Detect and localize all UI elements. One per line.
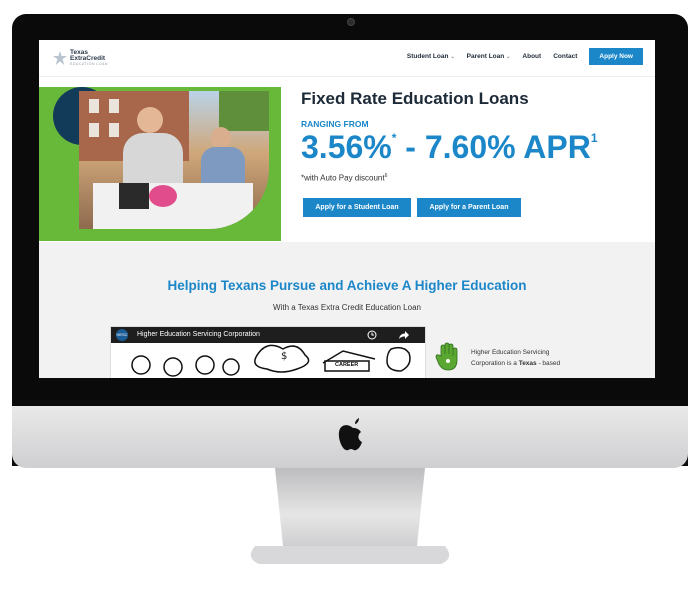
- star-logo-icon: [53, 51, 67, 65]
- parent-head: [211, 127, 231, 149]
- picture-frame: [119, 183, 149, 209]
- description-line-2-end: - based: [536, 360, 561, 367]
- chevron-down-icon: ⌄: [506, 54, 511, 60]
- tree: [219, 91, 269, 131]
- website-screen: Texas ExtraCredit EDUCATION LOAN Student…: [39, 40, 655, 378]
- apply-parent-loan-button[interactable]: Apply for a Parent Loan: [417, 198, 521, 217]
- hero-section: Fixed Rate Education Loans RANGING FROM …: [39, 77, 655, 242]
- rate-low-footnote: *: [391, 131, 397, 145]
- nav-item-parent-loan[interactable]: Parent Loan ⌄: [467, 53, 511, 60]
- description-bold: Texas: [518, 360, 537, 367]
- rate-low: 3.56%: [301, 129, 392, 165]
- hero-title: Fixed Rate Education Loans: [301, 89, 529, 108]
- autopay-text: *with Auto Pay discount: [301, 173, 385, 183]
- autopay-footnote: 6: [384, 173, 388, 179]
- video-thumbnail-illustration: $: [131, 344, 411, 377]
- window: [89, 99, 99, 113]
- camera-icon: [347, 18, 355, 26]
- logo-wordmark: Texas ExtraCredit EDUCATION LOAN: [70, 49, 108, 66]
- apple-logo-icon: [338, 418, 362, 451]
- description-line-2: Corporation is a: [471, 360, 519, 367]
- chevron-down-icon: ⌄: [450, 54, 455, 60]
- rate-range: 3.56%* - 7.60% APR1: [301, 129, 598, 166]
- rate-high-footnote: 1: [590, 131, 598, 145]
- nav-item-contact[interactable]: Contact: [553, 53, 577, 60]
- hero-photo-students: [79, 91, 269, 229]
- apply-now-button[interactable]: Apply Now: [589, 48, 643, 65]
- apply-student-loan-button[interactable]: Apply for a Student Loan: [303, 198, 411, 217]
- window: [89, 123, 99, 137]
- window: [109, 123, 119, 137]
- video-title-bar: HESC Higher Education Servicing Corporat…: [111, 327, 425, 343]
- site-header: Texas ExtraCredit EDUCATION LOAN Student…: [39, 40, 655, 77]
- section-subtitle: With a Texas Extra Credit Education Loan: [273, 303, 421, 312]
- nav-label: Parent Loan: [466, 53, 505, 60]
- hesc-channel-avatar[interactable]: HESC: [116, 329, 128, 341]
- description-line-1: Higher Education Servicing: [471, 349, 550, 356]
- nav-item-student-loan[interactable]: Student Loan ⌄: [407, 53, 455, 60]
- logo-tagline: EDUCATION LOAN: [70, 62, 108, 66]
- svg-text:$: $: [281, 351, 287, 362]
- texas-extracredit-logo[interactable]: Texas ExtraCredit EDUCATION LOAN: [53, 49, 108, 66]
- video-title[interactable]: Higher Education Servicing Corporation: [137, 331, 260, 338]
- student-head: [137, 107, 163, 133]
- nav-item-about[interactable]: About: [522, 53, 541, 60]
- ranging-label: RANGING FROM: [301, 119, 369, 129]
- autopay-note: *with Auto Pay discount6: [301, 173, 387, 183]
- rate-separator: -: [396, 129, 425, 165]
- window: [109, 99, 119, 113]
- video-player[interactable]: HESC Higher Education Servicing Corporat…: [110, 326, 426, 378]
- section-title: Helping Texans Pursue and Achieve A High…: [167, 278, 527, 293]
- nav-label: Student Loan: [406, 53, 449, 60]
- info-section: Helping Texans Pursue and Achieve A High…: [39, 242, 655, 378]
- hesc-description: Higher Education Servicing Corporation i…: [471, 347, 581, 369]
- monitor-stand: [250, 468, 450, 564]
- main-nav: Student Loan ⌄ Parent Loan ⌄ About Contact…: [407, 48, 643, 65]
- pink-item: [149, 185, 177, 207]
- hand-logo-icon: [435, 342, 458, 371]
- career-sign: CAREER: [335, 362, 359, 368]
- share-icon[interactable]: [399, 331, 409, 339]
- rate-high: 7.60% APR: [424, 129, 591, 165]
- clock-icon[interactable]: [367, 330, 377, 340]
